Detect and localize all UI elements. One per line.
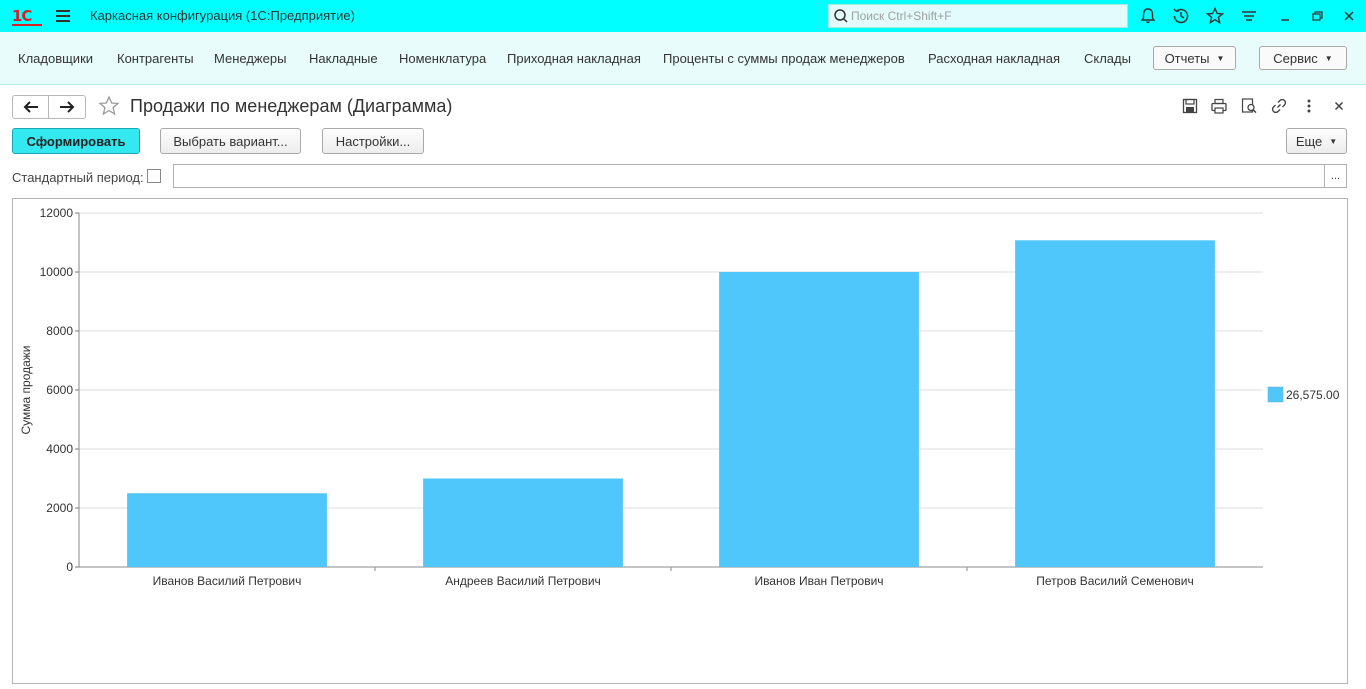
search-input[interactable] [851, 7, 1121, 25]
service-label: Сервис [1273, 50, 1318, 66]
nav-item-manager-sales-percent[interactable]: Проценты с суммы продаж менеджеров [663, 51, 905, 66]
more-label: Еще [1295, 133, 1323, 149]
close-form-icon[interactable] [1330, 97, 1348, 115]
y-tick-label: 12000 [40, 206, 74, 220]
reports-label: Отчеты [1164, 50, 1210, 66]
history-icon[interactable] [1171, 6, 1191, 26]
nav-item-storekeepers[interactable]: Кладовщики [18, 51, 93, 66]
legend-label: 26,575.00 [1286, 388, 1340, 402]
print-preview-icon[interactable] [1240, 97, 1258, 115]
search-icon [834, 9, 848, 23]
menu-icon[interactable] [56, 10, 70, 22]
app-title: Каркасная конфигурация (1С:Предприятие) [90, 8, 355, 23]
bar [719, 272, 919, 567]
standard-period-checkbox[interactable] [147, 169, 161, 183]
y-tick-label: 10000 [40, 265, 74, 279]
sections-panel: Кладовщики Контрагенты Менеджеры Накладн… [0, 32, 1366, 85]
nav-item-receipt-invoice[interactable]: Приходная накладная [507, 51, 641, 66]
more-actions-icon[interactable] [1300, 97, 1318, 115]
x-tick-label: Иванов Иван Петрович [754, 574, 883, 588]
y-tick-label: 2000 [46, 501, 73, 515]
arrow-right-icon [60, 101, 75, 113]
sales-chart: 0 2000 4000 6000 8000 10000 12000 Сумма продажи… [19, 206, 1340, 588]
bell-icon[interactable] [1138, 6, 1158, 26]
history-navigation [12, 95, 86, 119]
minimize-icon[interactable] [1275, 6, 1295, 26]
arrow-left-icon [23, 101, 38, 113]
choose-variant-button[interactable]: Выбрать вариант... [160, 128, 301, 154]
chevron-down-icon: ▼ [1216, 53, 1225, 63]
logo-underline [12, 24, 42, 26]
legend-swatch [1267, 386, 1284, 403]
restore-icon[interactable] [1307, 6, 1327, 26]
save-icon[interactable] [1181, 97, 1199, 115]
favorites-icon[interactable] [1205, 6, 1225, 26]
reports-dropdown[interactable]: Отчеты ▼ [1153, 46, 1236, 70]
nav-item-counterparties[interactable]: Контрагенты [117, 51, 194, 66]
nav-item-managers[interactable]: Менеджеры [214, 51, 286, 66]
standard-period-label: Стандартный период: [12, 170, 144, 185]
back-button[interactable] [13, 96, 49, 118]
bar [127, 493, 327, 567]
global-search[interactable] [828, 4, 1128, 28]
more-button[interactable]: Еще ▼ [1286, 128, 1347, 154]
y-tick-label: 4000 [46, 442, 73, 456]
page-title: Продажи по менеджерам (Диаграмма) [130, 96, 453, 116]
functions-menu-icon[interactable] [1239, 6, 1259, 26]
x-tick-label: Петров Василий Семенович [1036, 574, 1193, 588]
chevron-down-icon: ▼ [1324, 53, 1333, 63]
y-tick-label: 8000 [46, 324, 73, 338]
forward-button[interactable] [49, 96, 85, 118]
settings-button[interactable]: Настройки... [322, 128, 424, 154]
add-to-favorites-star-icon[interactable] [98, 95, 120, 117]
close-window-icon[interactable] [1339, 6, 1359, 26]
nav-item-warehouses[interactable]: Склады [1084, 51, 1131, 66]
bar [1015, 240, 1215, 567]
y-axis-label: Сумма продажи [19, 345, 33, 434]
bar [423, 478, 623, 567]
print-icon[interactable] [1210, 97, 1228, 115]
x-tick-label: Иванов Василий Петрович [153, 574, 302, 588]
nav-item-invoices[interactable]: Накладные [309, 51, 378, 66]
y-tick-label: 0 [66, 560, 73, 574]
generate-button[interactable]: Сформировать [12, 128, 140, 154]
app-logo[interactable]: 1С [12, 7, 32, 25]
chevron-down-icon: ▼ [1329, 136, 1338, 146]
report-result-area[interactable]: 0 2000 4000 6000 8000 10000 12000 Сумма продажи… [12, 198, 1348, 684]
period-select-button[interactable]: ... [1325, 164, 1347, 188]
nav-item-nomenclature[interactable]: Номенклатура [399, 51, 486, 66]
title-bar: 1С Каркасная конфигурация (1С:Предприяти… [0, 0, 1366, 32]
nav-item-expense-invoice[interactable]: Расходная накладная [928, 51, 1060, 66]
period-input[interactable] [173, 164, 1325, 188]
link-icon[interactable] [1270, 97, 1288, 115]
x-tick-label: Андреев Василий Петрович [445, 574, 601, 588]
service-dropdown[interactable]: Сервис ▼ [1259, 46, 1347, 70]
y-tick-label: 6000 [46, 383, 73, 397]
